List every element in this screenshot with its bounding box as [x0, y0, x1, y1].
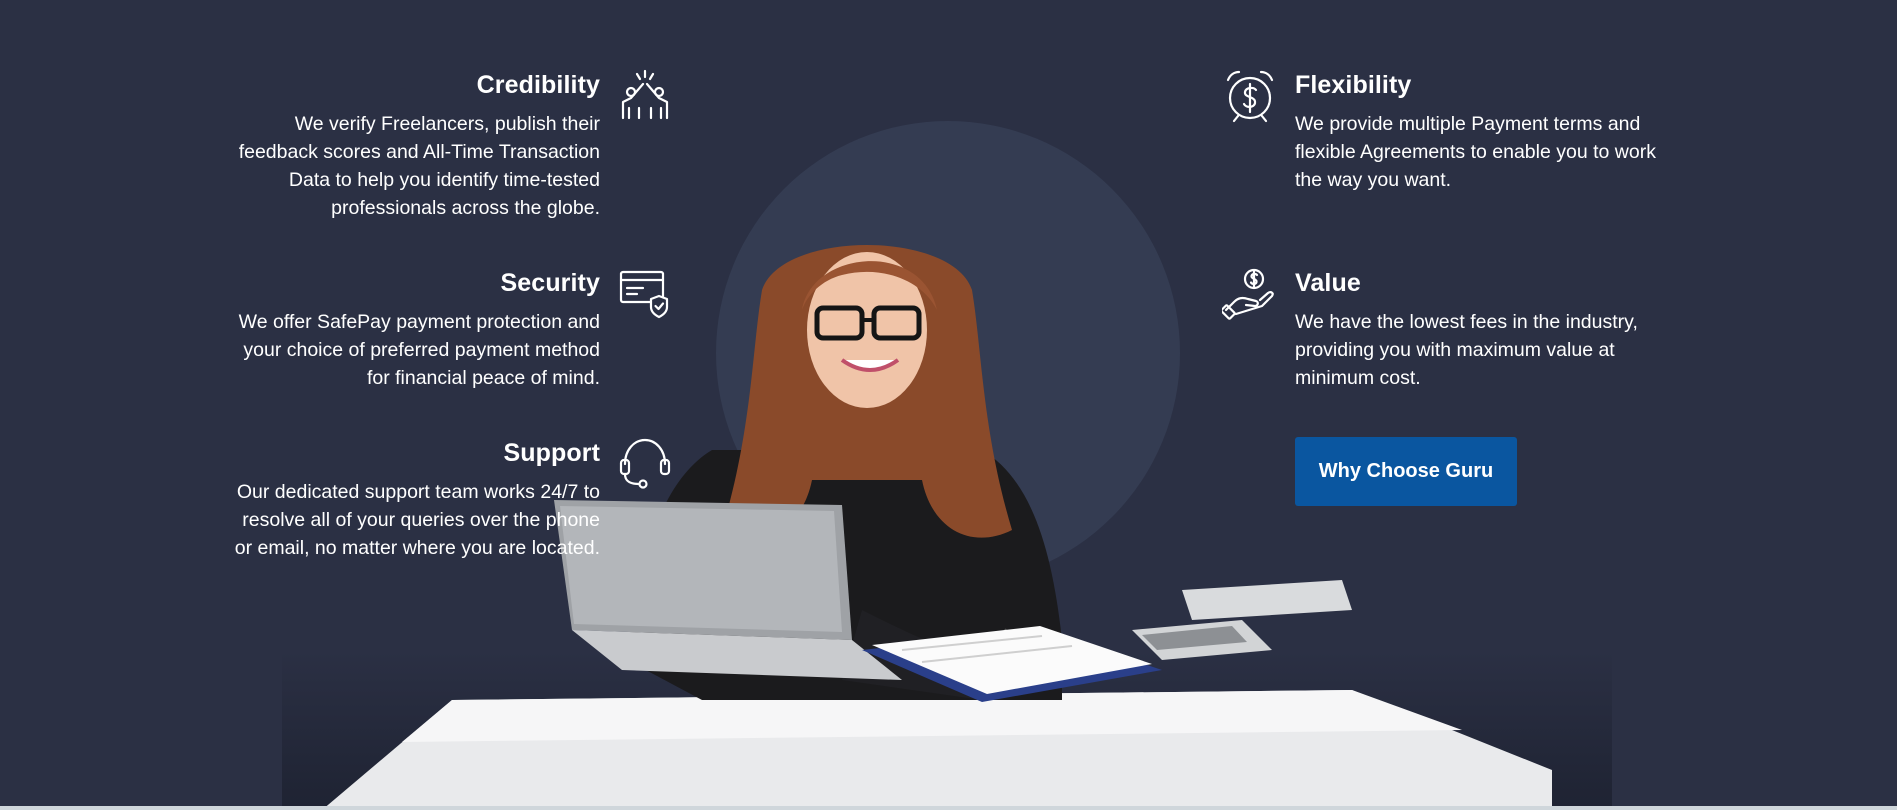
- desc-line: providing you with maximum value at: [1295, 339, 1615, 361]
- secure-card-icon: [617, 266, 673, 322]
- feature-title: Security: [500, 269, 600, 297]
- desc-line: resolve all of your queries over the pho…: [242, 509, 600, 531]
- hand-coin-icon: [1222, 266, 1278, 322]
- feature-title: Flexibility: [1295, 71, 1412, 99]
- feature-description: We provide multiple Payment terms and fl…: [1295, 110, 1656, 194]
- feature-title: Support: [503, 439, 600, 467]
- desc-line: professionals across the globe.: [331, 197, 600, 219]
- feature-description: We offer SafePay payment protection and …: [239, 308, 600, 392]
- desc-line: feedback scores and All-Time Transaction: [238, 141, 600, 163]
- desc-line: the way you want.: [1295, 169, 1452, 191]
- desc-line: We provide multiple Payment terms and: [1295, 113, 1641, 135]
- feature-security: Security We offer SafePay payment protec…: [239, 268, 600, 392]
- desk-illustration: [322, 690, 1552, 810]
- feature-description: We verify Freelancers, publish their fee…: [239, 110, 600, 222]
- desc-line: We have the lowest fees in the industry,: [1295, 311, 1638, 333]
- desc-line: flexible Agreements to enable you to wor…: [1295, 141, 1656, 163]
- feature-title: Value: [1295, 269, 1361, 297]
- calculator-illustration: [1132, 580, 1352, 660]
- why-choose-guru-button[interactable]: Why Choose Guru: [1295, 437, 1517, 506]
- feature-description: Our dedicated support team works 24/7 to…: [235, 478, 600, 562]
- desc-line: We verify Freelancers, publish their: [294, 113, 600, 135]
- feature-flexibility: Flexibility We provide multiple Payment …: [1295, 70, 1656, 194]
- desc-line: We offer SafePay payment protection and: [238, 311, 600, 333]
- dollar-clock-icon: [1222, 68, 1278, 124]
- feature-title: Credibility: [476, 71, 600, 99]
- desc-line: minimum cost.: [1295, 367, 1421, 389]
- high-five-icon: [617, 68, 673, 124]
- desc-line: or email, no matter where you are locate…: [234, 537, 600, 559]
- desc-line: Data to help you identify time-tested: [288, 169, 600, 191]
- feature-description: We have the lowest fees in the industry,…: [1295, 308, 1638, 392]
- headset-icon: [617, 436, 673, 492]
- feature-credibility: Credibility We verify Freelancers, publi…: [239, 70, 600, 222]
- feature-support: Support Our dedicated support team works…: [235, 438, 600, 562]
- bottom-divider: [0, 806, 1897, 810]
- desc-line: Our dedicated support team works 24/7 to: [236, 481, 600, 503]
- desc-line: for financial peace of mind.: [366, 367, 600, 389]
- desc-line: your choice of preferred payment method: [243, 339, 600, 361]
- why-guru-section: Credibility We verify Freelancers, publi…: [0, 0, 1897, 810]
- feature-value: Value We have the lowest fees in the ind…: [1295, 268, 1638, 392]
